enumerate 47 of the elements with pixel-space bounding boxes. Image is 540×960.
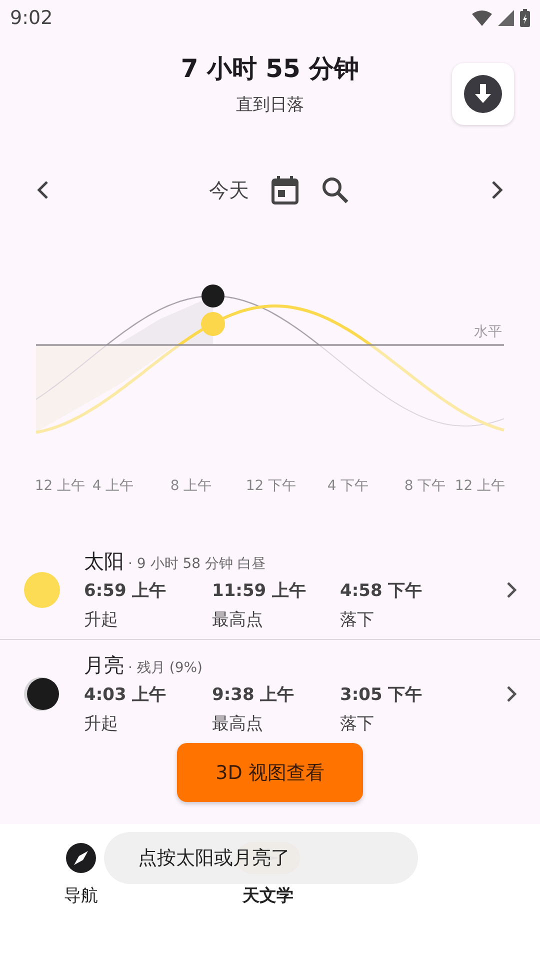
wifi-icon bbox=[472, 10, 492, 26]
time-until-title: 7 小时 55 分钟 bbox=[180, 53, 360, 85]
event-time: 9:38 上午 bbox=[212, 684, 296, 706]
time-axis-label: 4 上午 bbox=[92, 477, 134, 495]
nav-tab[interactable]: 导航 bbox=[59, 842, 103, 907]
download-icon bbox=[464, 75, 502, 113]
event-label: 最高点 bbox=[212, 609, 264, 631]
nav-label: 天文学 bbox=[242, 885, 294, 907]
body-detail: · 9 小时 58 分钟 白昼 bbox=[128, 555, 266, 573]
chevron-right-icon[interactable] bbox=[506, 684, 518, 702]
search-icon[interactable] bbox=[321, 176, 349, 204]
event-label: 升起 bbox=[84, 713, 119, 735]
time-axis-label: 4 下午 bbox=[327, 477, 369, 495]
body-detail: · 残月 (9%) bbox=[128, 659, 202, 677]
event-time: 4:58 下午 bbox=[340, 580, 424, 602]
event-time: 6:59 上午 bbox=[84, 580, 168, 602]
event-label: 最高点 bbox=[212, 713, 264, 735]
body-name: 太阳 bbox=[84, 548, 124, 575]
download-button[interactable] bbox=[452, 63, 514, 125]
time-axis-label: 12 下午 bbox=[246, 477, 296, 495]
time-axis-label: 8 下午 bbox=[404, 477, 446, 495]
chevron-left-icon bbox=[36, 180, 50, 200]
body-name: 月亮 bbox=[84, 652, 124, 679]
chevron-right-icon bbox=[490, 180, 504, 200]
signal-icon bbox=[498, 10, 514, 26]
time-axis-label: 8 上午 bbox=[170, 477, 212, 495]
moon-icon bbox=[24, 676, 60, 712]
chevron-right-icon[interactable] bbox=[506, 580, 518, 598]
event-label: 落下 bbox=[340, 713, 375, 735]
compass-icon bbox=[66, 843, 96, 873]
event-label: 升起 bbox=[84, 609, 119, 631]
battery-icon bbox=[520, 9, 530, 27]
view-3d-button[interactable]: 3D 视图查看 bbox=[177, 743, 363, 802]
event-time: 11:59 上午 bbox=[212, 580, 308, 602]
event-label: 落下 bbox=[340, 609, 375, 631]
hint-toast: 点按太阳或月亮了 bbox=[104, 832, 418, 884]
calendar-icon[interactable] bbox=[271, 175, 299, 205]
time-axis-label: 12 上午 bbox=[34, 477, 86, 495]
subtitle: 直到日落 bbox=[236, 94, 304, 116]
event-time: 4:03 上午 bbox=[84, 684, 168, 706]
status-time: 9:02 bbox=[10, 7, 53, 29]
nav-label: 导航 bbox=[64, 885, 98, 907]
event-time: 3:05 下午 bbox=[340, 684, 424, 706]
time-axis-label: 12 上午 bbox=[454, 477, 506, 495]
horizon-label: 水平 bbox=[474, 323, 502, 341]
sun-icon bbox=[24, 572, 60, 608]
date-label[interactable]: 今天 bbox=[209, 176, 249, 204]
